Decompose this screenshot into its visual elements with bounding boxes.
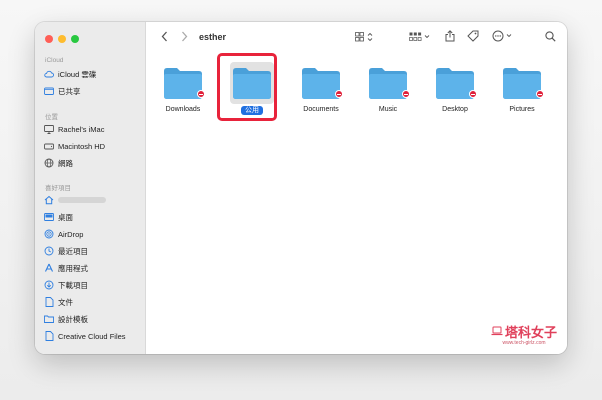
laptop-icon [491,324,503,339]
sidebar-item-imac[interactable]: Rachel's iMac [44,122,104,136]
restricted-badge-icon [335,90,343,98]
sidebar-item-creative-cloud[interactable]: Creative Cloud Files [44,329,126,343]
hard-drive-icon [44,141,54,151]
watermark-text: 塔科女子 [504,325,557,340]
sidebar-section-locations: 位置 [45,114,58,121]
zoom-button[interactable] [71,35,79,43]
tag-button[interactable] [467,29,479,47]
share-button[interactable] [444,29,456,47]
folder-downloads[interactable]: Downloads [153,66,213,113]
sidebar-item-label: 網路 [58,158,73,168]
sidebar-item-label: iCloud 雲碟 [58,69,97,79]
sidebar-item-desktop[interactable]: 桌面 [44,210,73,224]
ellipsis-circle-icon [492,29,516,47]
folder-music[interactable]: Music [358,66,418,113]
folder-icon [163,66,205,100]
folder-label: Documents [303,106,339,113]
more-actions-button[interactable] [491,29,517,47]
watermark-logo: 塔科女子 www.tech-girlz.com [491,322,557,346]
sidebar-item-label: 下載項目 [58,280,88,290]
sidebar-item-downloads[interactable]: 下載項目 [44,278,88,292]
folder-icon [368,66,410,100]
sidebar-item-macintosh-hd[interactable]: Macintosh HD [44,139,105,153]
sidebar-item-shared[interactable]: 已共享 [44,84,81,98]
tag-icon [467,29,479,47]
sidebar-item-icloud-drive[interactable]: iCloud 雲碟 [44,67,96,81]
sidebar-item-label: 應用程式 [58,263,88,273]
download-icon [44,280,54,290]
sidebar-item-airdrop[interactable]: AirDrop [44,227,83,241]
sidebar-item-design-templates[interactable]: 設計模板 [44,312,88,326]
folder-icon [301,66,343,100]
grid-icon [355,29,375,47]
chevron-left-icon [161,29,168,47]
restricted-badge-icon [402,90,410,98]
window-title: esther [199,32,227,42]
folder-label: Music [378,106,398,113]
view-mode-button[interactable] [354,31,376,45]
watermark-main: 塔科女子 [491,322,557,341]
search-button[interactable] [544,31,556,45]
sidebar-item-applications[interactable]: 應用程式 [44,261,88,275]
home-icon [44,195,54,205]
sidebar: iCloud iCloud 雲碟 已共享 位置 Rachel's iMac Ma… [35,22,146,354]
forward-button[interactable] [178,31,190,45]
network-icon [44,158,54,168]
shared-folder-icon [44,86,54,96]
folder-desktop[interactable]: Desktop [425,66,485,113]
document-icon [44,297,54,307]
folder-documents[interactable]: Documents [291,66,351,113]
sidebar-item-label: Creative Cloud Files [58,331,126,341]
sidebar-item-label: 已共享 [58,86,81,96]
window-controls [45,35,79,43]
share-icon [445,29,455,47]
chevron-right-icon [181,29,188,47]
folder-label: Pictures [509,106,535,113]
airdrop-icon [44,229,54,239]
toolbar: esther [146,22,567,56]
imac-icon [44,124,54,134]
finder-window: iCloud iCloud 雲碟 已共享 位置 Rachel's iMac Ma… [35,22,567,354]
apps-icon [44,263,54,273]
sidebar-section-icloud: iCloud [45,57,64,64]
sidebar-item-label: Macintosh HD [58,141,106,151]
file-browser: Downloads 公用 Documents Music Desktop Pic… [146,56,567,354]
restricted-badge-icon [536,90,544,98]
close-button[interactable] [45,35,53,43]
file-icon [44,331,54,341]
sidebar-item-label: 最近項目 [58,246,88,256]
folder-label: Downloads [165,106,201,113]
desktop-icon [44,212,54,222]
sidebar-section-favorites: 喜好項目 [45,185,71,192]
folder-pictures[interactable]: Pictures [492,66,552,113]
folder-label: Desktop [442,106,468,113]
back-button[interactable] [158,31,170,45]
blurred-username [58,197,106,203]
sidebar-item-label: 設計模板 [58,314,88,324]
sidebar-item-network[interactable]: 網路 [44,156,73,170]
restricted-badge-icon [469,90,477,98]
folder-icon [502,66,544,100]
restricted-badge-icon [197,90,205,98]
minimize-button[interactable] [58,35,66,43]
folder-icon [435,66,477,100]
sidebar-item-label: Rachel's iMac [58,124,105,134]
highlight-annotation [217,53,277,121]
screenshot-stage: iCloud iCloud 雲碟 已共享 位置 Rachel's iMac Ma… [0,0,602,400]
group-button[interactable] [408,31,432,45]
sidebar-item-label: AirDrop [58,229,84,239]
group-grid-icon [409,29,431,47]
clock-icon [44,246,54,256]
sidebar-item-home[interactable] [44,193,106,207]
sidebar-item-recents[interactable]: 最近項目 [44,244,88,258]
search-icon [544,29,556,47]
folder-icon [44,314,54,324]
sidebar-item-label: 文件 [58,297,73,307]
sidebar-item-label: 桌面 [58,212,73,222]
cloud-icon [44,69,54,79]
sidebar-item-documents[interactable]: 文件 [44,295,73,309]
